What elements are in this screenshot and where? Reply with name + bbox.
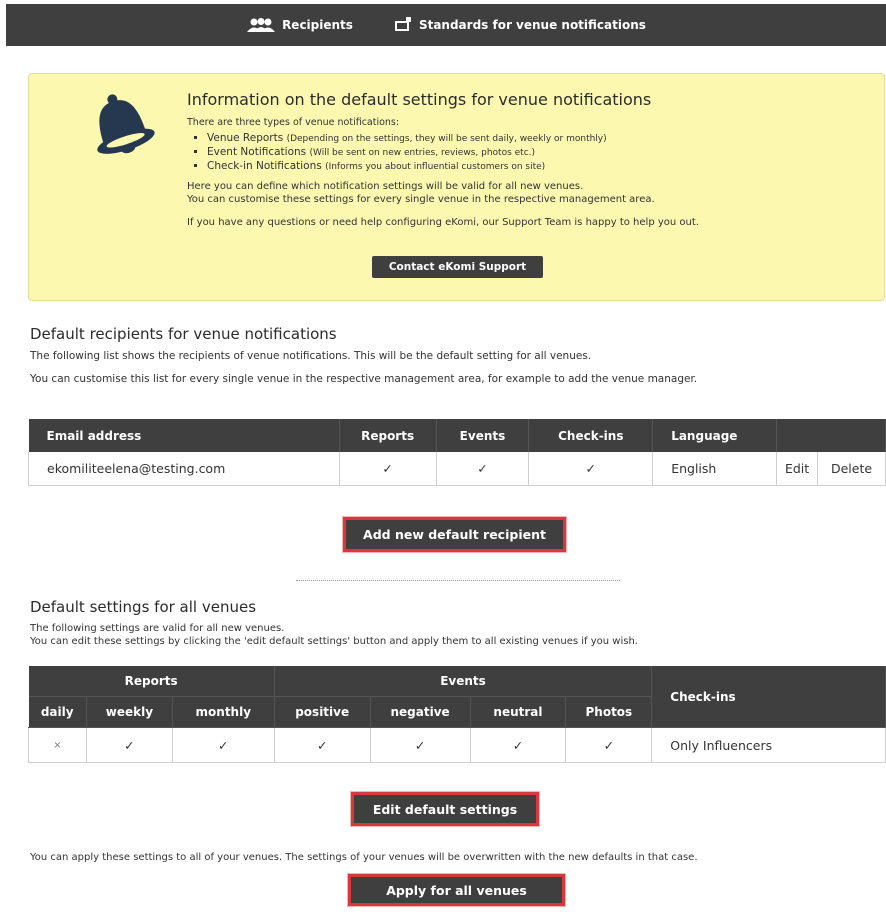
- info-box: Information on the default settings for …: [28, 73, 885, 301]
- weekly-check-icon: ✓: [85, 727, 173, 763]
- table-header-row: Email address Reports Events Check-ins L…: [28, 419, 886, 452]
- bell-icon: [97, 94, 155, 154]
- checkins-value: Only Influencers: [651, 727, 886, 763]
- nav-standards-label: Standards for venue notifications: [418, 18, 646, 32]
- table-row: ekomiliteelena@testing.com ✓ ✓ ✓ English…: [28, 452, 886, 486]
- column-header-reports: Reports: [339, 419, 437, 452]
- recipient-language: English: [652, 452, 778, 486]
- edit-default-settings-button[interactable]: Edit default settings: [351, 792, 539, 826]
- events-check-icon: ✓: [435, 452, 530, 486]
- recipients-table: Email address Reports Events Check-ins L…: [28, 419, 886, 486]
- negative-check-icon: ✓: [369, 727, 471, 763]
- checkins-check-icon: ✓: [528, 452, 654, 486]
- group-header-checkins: Check-ins: [651, 666, 886, 728]
- sub-header-positive: positive: [274, 696, 371, 728]
- recipients-description-1: The following list shows the recipients …: [30, 350, 592, 362]
- info-paragraph-1b: You can customise these settings for eve…: [187, 194, 655, 205]
- list-item: Event Notifications (Will be sent on new…: [207, 146, 867, 160]
- recipient-email: ekomiliteelena@testing.com: [28, 452, 340, 486]
- list-item: Venue Reports (Depending on the settings…: [207, 132, 867, 146]
- settings-description-2: You can edit these settings by clicking …: [30, 636, 638, 647]
- list-item: Check-in Notifications (Informs you abou…: [207, 160, 867, 174]
- sub-header-daily: daily: [28, 696, 87, 728]
- users-icon: [247, 18, 276, 32]
- default-settings-table: Reports Events Check-ins daily weekly mo…: [28, 666, 886, 763]
- column-header-language: Language: [652, 419, 778, 452]
- column-header-email: Email address: [28, 419, 340, 452]
- photos-check-icon: ✓: [565, 727, 653, 763]
- info-paragraph-1a: Here you can define which notification s…: [187, 181, 584, 192]
- nav-recipients[interactable]: Recipients: [246, 17, 353, 33]
- sub-header-photos: Photos: [565, 696, 653, 728]
- column-header-actions: [776, 419, 886, 452]
- info-intro: There are three types of venue notificat…: [187, 117, 400, 128]
- delete-recipient-link[interactable]: Delete: [817, 452, 886, 486]
- add-default-recipient-button[interactable]: Add new default recipient: [343, 517, 566, 552]
- apply-all-venues-button[interactable]: Apply for all venues: [348, 874, 565, 906]
- info-content: Information on the default settings for …: [187, 90, 867, 229]
- recipients-description-2: You can customise this list for every si…: [30, 373, 698, 385]
- info-title: Information on the default settings for …: [187, 90, 652, 109]
- table-row: × ✓ ✓ ✓ ✓ ✓ ✓ Only Influencers: [28, 727, 886, 763]
- info-paragraph-2: If you have any questions or need help c…: [187, 217, 699, 228]
- top-nav-bar: Recipients Standards for venue notificat…: [6, 4, 886, 46]
- sub-header-monthly: monthly: [172, 696, 275, 728]
- group-header-events: Events: [274, 666, 653, 697]
- sub-header-weekly: weekly: [86, 696, 173, 728]
- reports-check-icon: ✓: [338, 452, 437, 486]
- table-group-header-row: Reports Events Check-ins: [28, 666, 886, 728]
- group-header-reports: Reports: [28, 666, 275, 697]
- neutral-check-icon: ✓: [469, 727, 567, 763]
- daily-cross-icon: ×: [28, 727, 87, 763]
- section-divider: [296, 580, 620, 581]
- edit-recipient-link[interactable]: Edit: [776, 452, 819, 486]
- column-header-checkins: Check-ins: [528, 419, 654, 452]
- settings-description-1: The following settings are valid for all…: [30, 623, 285, 634]
- monthly-check-icon: ✓: [171, 727, 275, 763]
- notification-types-list: Venue Reports (Depending on the settings…: [187, 132, 867, 174]
- column-header-events: Events: [436, 419, 530, 452]
- sub-header-negative: negative: [370, 696, 471, 728]
- notification-settings-icon: [394, 17, 411, 31]
- positive-check-icon: ✓: [273, 727, 371, 763]
- contact-support-button[interactable]: Contact eKomi Support: [372, 256, 543, 278]
- apply-description: You can apply these settings to all of y…: [30, 852, 698, 863]
- sub-header-neutral: neutral: [470, 696, 567, 728]
- settings-section-title: Default settings for all venues: [30, 598, 257, 616]
- recipients-section-title: Default recipients for venue notificatio…: [30, 325, 337, 343]
- nav-standards[interactable]: Standards for venue notifications: [393, 17, 646, 33]
- nav-recipients-label: Recipients: [282, 18, 353, 32]
